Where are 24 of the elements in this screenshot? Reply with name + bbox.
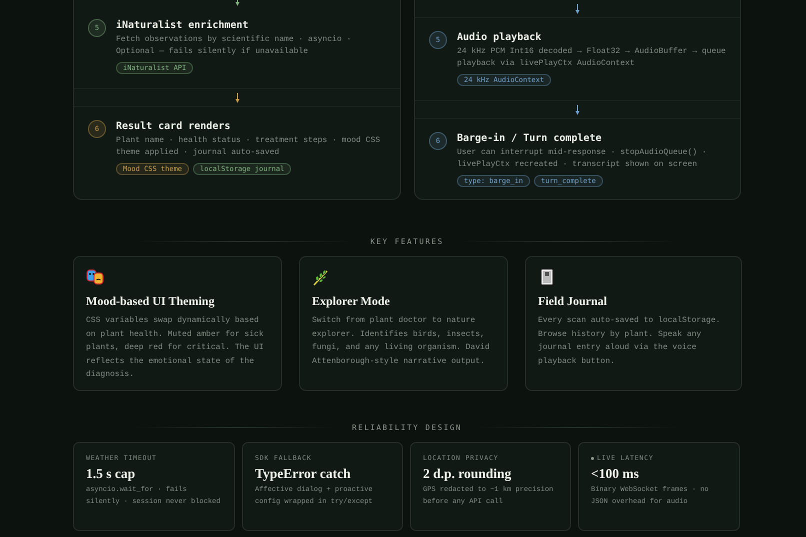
down-arrow-icon: [575, 4, 580, 14]
metric-value: <100 ms: [591, 466, 639, 482]
feature-description: Every scan auto-saved to localStorage. Browse history by plant. Speak any journal entry aloud via the voice playback button.: [538, 315, 722, 368]
feature-title: Mood-based UI Theming: [86, 294, 214, 309]
step-description: 24 kHz PCM Int16 decoded → Float32 → AudioBuffer → queue playback via livePlayCtx AudioContext: [457, 46, 726, 70]
feature-title: Field Journal: [538, 294, 608, 309]
step-title: iNaturalist enrichment: [116, 20, 250, 31]
feature-description: Switch from plant doctor to nature explorer. Identifies birds, insects, fungi, and any living organism. David Attenborough-style narrative output.: [312, 315, 491, 368]
metric-value: 2 d.p. rounding: [423, 466, 512, 482]
step-title: Audio playback: [457, 32, 542, 43]
feature-title: Explorer Mode: [312, 294, 390, 309]
step-description: Plant name · health status · treatment steps · mood CSS theme applied · journal auto-saved: [116, 135, 382, 159]
leaf-icon: [312, 268, 330, 286]
step-description: User can interrupt mid-response · stopAudioQueue() · livePlayCtx recreated · transcript shown on screen: [457, 147, 708, 171]
down-arrow-icon: [575, 104, 580, 114]
feature-description: CSS variables swap dynamically based on plant health. Muted amber for sick plants, deep red for critical. The UI reflects the emotional state of the diagnosis.: [86, 315, 265, 381]
metric-value: 1.5 s cap: [86, 466, 136, 482]
step-description: Fetch observations by scientific name · asyncio · Optional — fails silently if unavailable: [116, 34, 352, 58]
notebook-icon: [538, 268, 556, 286]
step-title: Barge-in / Turn complete: [457, 133, 602, 144]
step-title: Result card renders: [116, 121, 232, 132]
down-arrow-icon: [234, 92, 240, 102]
masks-icon: [86, 268, 104, 286]
metric-value: TypeError catch: [255, 466, 351, 482]
